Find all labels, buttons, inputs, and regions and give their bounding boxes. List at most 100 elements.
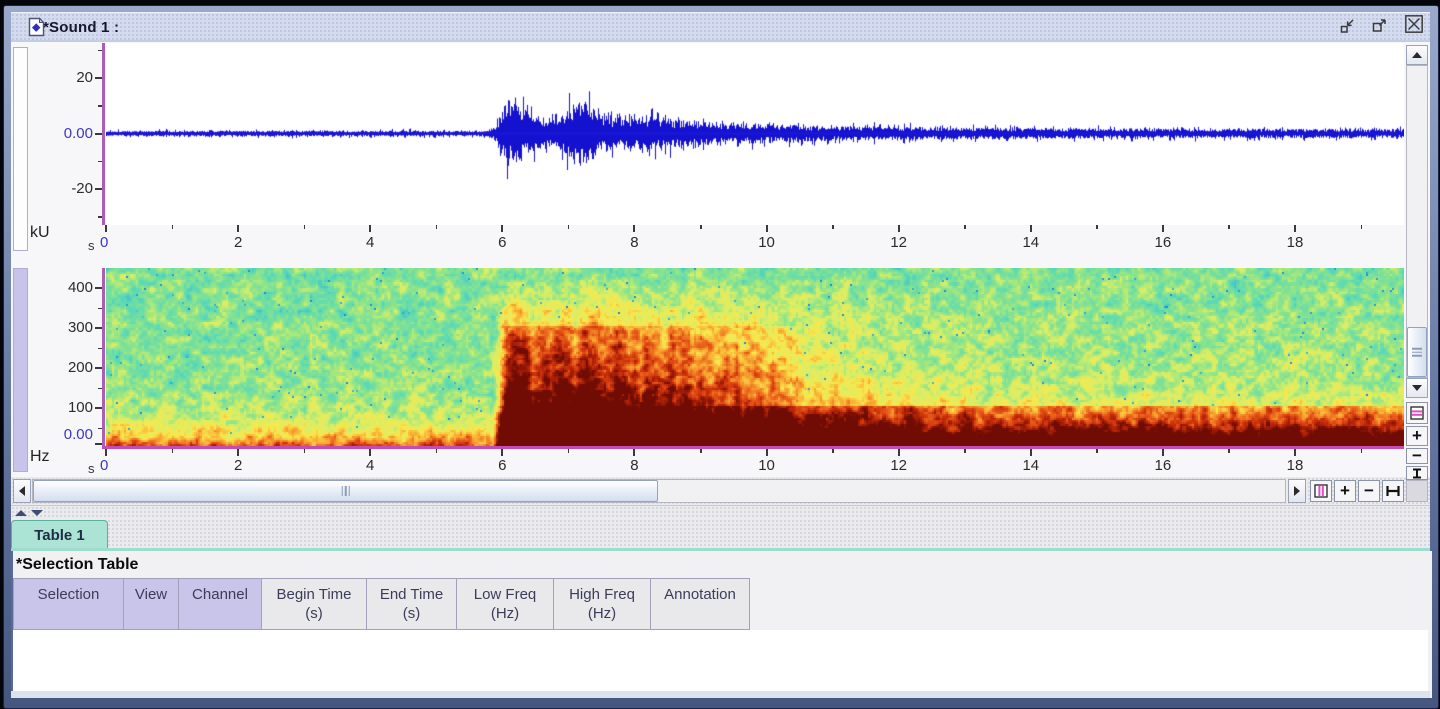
spectrogram-x-tick-label: 10	[747, 457, 787, 475]
spectrogram-y-minor-tick	[98, 348, 102, 350]
waveform-x-minor-tick	[1096, 225, 1098, 229]
spectrogram-x-tick	[898, 449, 900, 456]
spectrogram-y-unit: Hz	[30, 448, 50, 466]
column-unit: (s)	[262, 605, 366, 622]
waveform-x-tick	[1294, 225, 1296, 232]
scroll-up-button[interactable]	[1406, 45, 1428, 65]
tab-table-1[interactable]: Table 1	[11, 520, 108, 550]
spectrogram-x-tick-label: 6	[482, 457, 522, 475]
spectrogram-x-minor-tick	[172, 449, 174, 453]
selection-columns-icon	[1314, 484, 1328, 498]
down-arrow-icon	[1412, 384, 1422, 392]
spectrogram-activation-strip[interactable]	[13, 268, 28, 472]
waveform-x-tick-label: 0	[100, 234, 120, 252]
spectrogram-x-tick	[501, 449, 503, 456]
column-header-begin-time[interactable]: Begin Time(s)	[262, 578, 367, 630]
spectrogram-x-tick	[766, 449, 768, 456]
waveform-x-tick-label: 10	[747, 234, 787, 252]
waveform-x-tick-label: 14	[1011, 234, 1051, 252]
waveform-x-tick-label: 16	[1143, 234, 1183, 252]
spectrogram-view[interactable]	[106, 268, 1404, 448]
v-zoom-out-button[interactable]: −	[1406, 448, 1428, 464]
spectrogram-y-tick	[95, 327, 102, 329]
waveform-x-minor-tick	[964, 225, 966, 229]
scroll-left-button[interactable]	[13, 479, 31, 503]
waveform-x-tick	[105, 225, 107, 232]
splitter-collapse-down-icon[interactable]	[31, 510, 43, 516]
spectrogram-x-tick-label: 14	[1011, 457, 1051, 475]
selection-table-title: *Selection Table	[16, 556, 138, 574]
column-label: Channel	[179, 586, 261, 603]
spectrogram-x-minor-tick	[1096, 449, 1098, 453]
splitter-bar[interactable]	[11, 505, 1430, 520]
scroll-down-button[interactable]	[1406, 378, 1428, 398]
spectrogram-y-tick-label: 300	[33, 319, 93, 337]
spectrogram-x-tick-label: 8	[614, 457, 654, 475]
waveform-activation-strip[interactable]	[13, 47, 28, 251]
waveform-y-tick-label: 0.00	[33, 125, 93, 143]
spectrogram-x-minor-tick	[568, 449, 570, 453]
sound-file-icon	[28, 17, 45, 37]
spectrogram-y-tick-label: 100	[33, 399, 93, 417]
column-label: End Time	[367, 586, 456, 603]
waveform-x-tick	[898, 225, 900, 232]
window-title: *Sound 1 :	[43, 19, 119, 36]
scroll-right-button[interactable]	[1288, 479, 1306, 503]
spectrogram-y-tick	[95, 443, 102, 445]
spectrogram-x-minor-tick	[964, 449, 966, 453]
waveform-x-tick	[369, 225, 371, 232]
v-scrollbar-thumb[interactable]	[1407, 327, 1427, 377]
waveform-x-tick-label: 2	[218, 234, 258, 252]
waveform-y-unit: kU	[30, 224, 50, 242]
selection-table-body[interactable]	[13, 630, 1428, 691]
spectrogram-x-minor-tick	[1228, 449, 1230, 453]
spectrogram-y-tick	[95, 407, 102, 409]
spectrogram-y-minor-tick	[98, 388, 102, 390]
waveform-y-tick	[95, 188, 102, 190]
h-zoom-fit-button[interactable]	[1382, 480, 1404, 502]
column-label: Selection	[14, 586, 123, 603]
v-zoom-fit-button[interactable]	[1406, 466, 1428, 480]
column-label: View	[124, 586, 178, 603]
spectrogram-x-tick	[633, 449, 635, 456]
waveform-x-minor-tick	[832, 225, 834, 229]
spectrogram-x-tick	[105, 449, 107, 456]
spectrogram-y-tick-label: 400	[33, 279, 93, 297]
spectrogram-x-minor-tick	[304, 449, 306, 453]
spectrogram-x-tick-label: 2	[218, 457, 258, 475]
spectrogram-x-tick-label: 4	[350, 457, 390, 475]
v-zoom-in-button[interactable]: +	[1406, 426, 1428, 446]
column-header-view[interactable]: View	[124, 578, 179, 630]
waveform-y-tick-label: -20	[33, 180, 93, 198]
window-titlebar[interactable]: *Sound 1 :	[11, 12, 1430, 42]
waveform-x-minor-tick	[1361, 225, 1363, 229]
column-header-channel[interactable]: Channel	[179, 578, 262, 630]
waveform-y-minor-tick	[98, 216, 102, 218]
column-header-low-freq[interactable]: Low Freq(Hz)	[457, 578, 554, 630]
spectrogram-x-tick	[1030, 449, 1032, 456]
spectrogram-y-minor-tick	[98, 428, 102, 430]
spectrogram-x-tick	[369, 449, 371, 456]
column-header-end-time[interactable]: End Time (s)	[367, 578, 457, 630]
column-header-selection[interactable]: Selection	[13, 578, 124, 630]
waveform-x-minor-tick	[568, 225, 570, 229]
raven-app-window: *Sound 1 : kU s 200.00-20024681012141618…	[0, 0, 1440, 709]
minimize-button[interactable]	[1337, 16, 1357, 36]
v-selection-zoom-button[interactable]	[1406, 402, 1428, 424]
waveform-x-tick-label: 12	[879, 234, 919, 252]
column-header-annotation[interactable]: Annotation	[651, 578, 750, 630]
column-unit: (s)	[367, 605, 456, 622]
h-zoom-out-button[interactable]: −	[1358, 480, 1380, 502]
spectrogram-x-tick-label: 0	[100, 457, 120, 475]
splitter-collapse-up-icon[interactable]	[15, 510, 27, 516]
restore-button[interactable]	[1369, 16, 1389, 36]
column-header-high-freq[interactable]: High Freq(Hz)	[554, 578, 651, 630]
close-button[interactable]	[1404, 14, 1424, 34]
spectrogram-y-tick-label: 200	[33, 359, 93, 377]
waveform-x-tick-label: 4	[350, 234, 390, 252]
h-selection-zoom-button[interactable]	[1310, 480, 1332, 502]
h-scrollbar-thumb[interactable]	[33, 480, 658, 502]
waveform-view[interactable]	[106, 43, 1404, 225]
h-zoom-in-button[interactable]: +	[1334, 480, 1356, 502]
waveform-y-minor-tick	[98, 50, 102, 52]
